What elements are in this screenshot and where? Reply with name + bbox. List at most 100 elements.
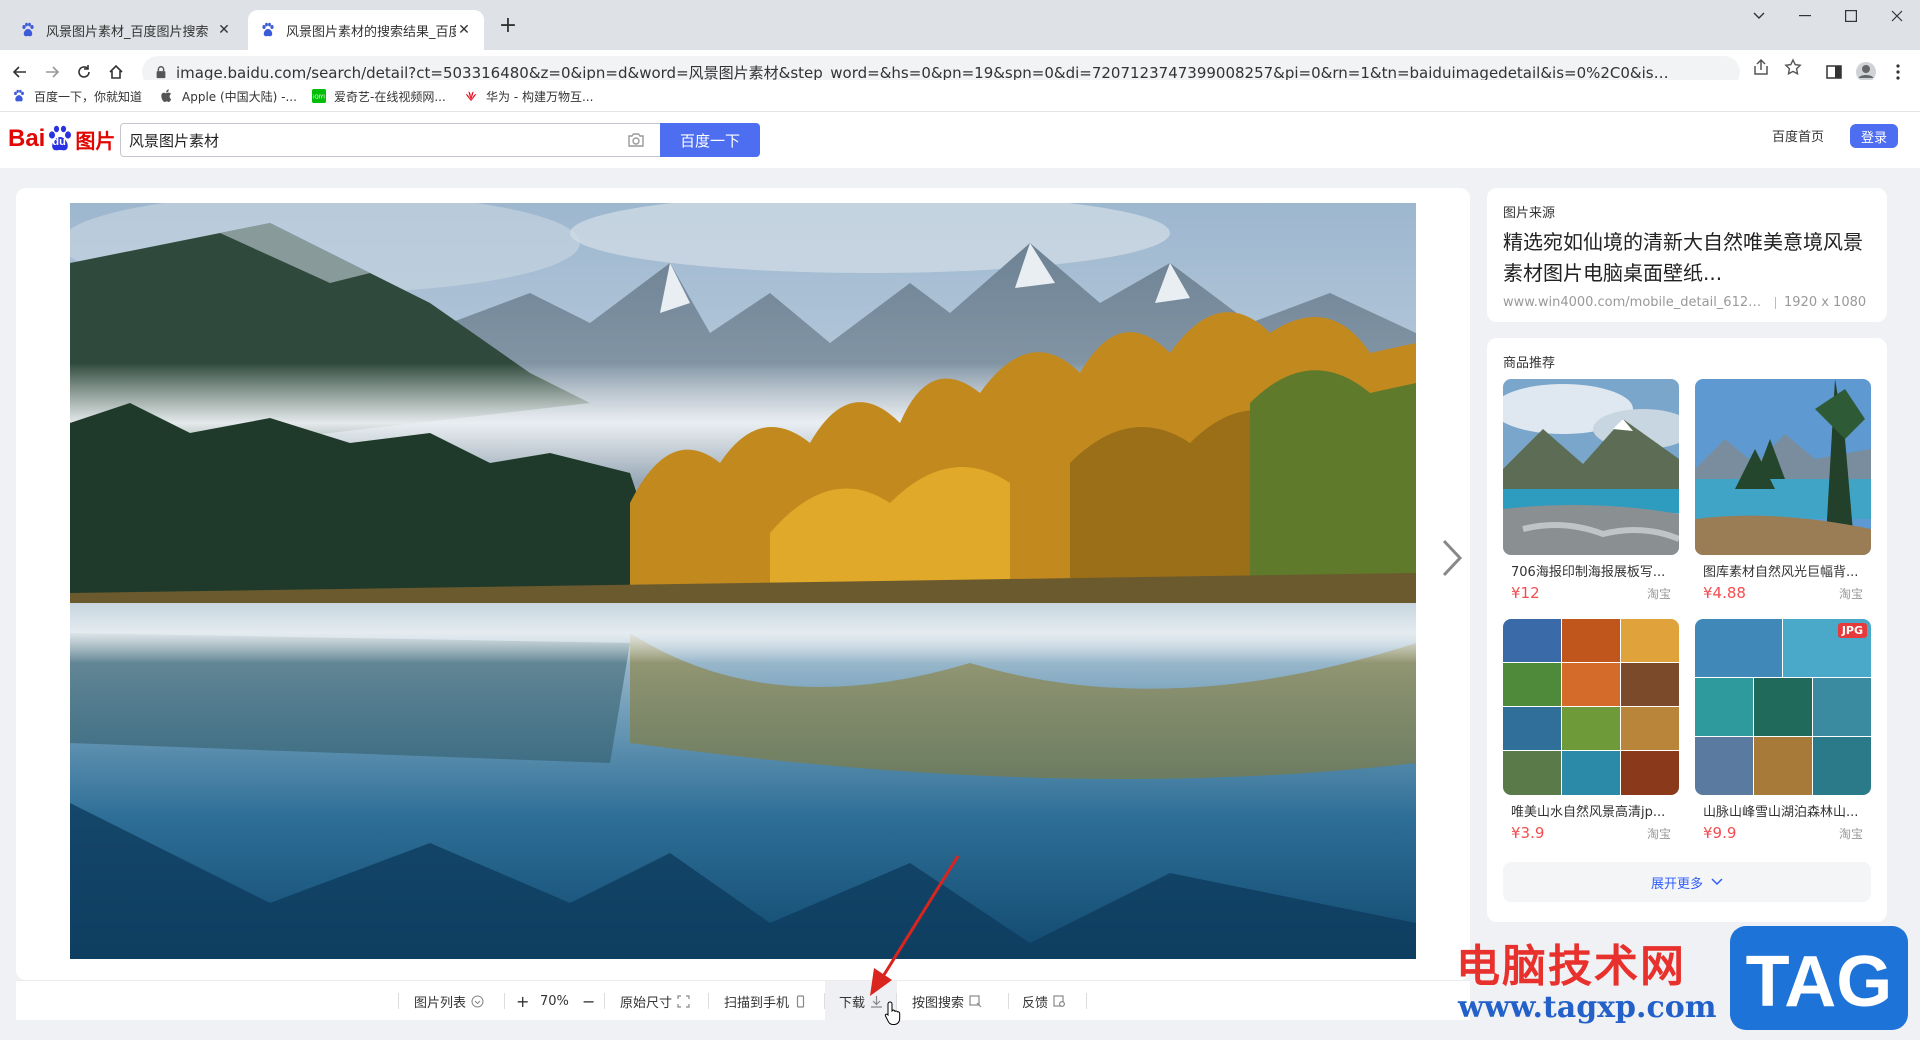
new-tab-button[interactable]: + <box>494 13 522 41</box>
hand-cursor-icon <box>884 1001 901 1025</box>
maximize-icon[interactable] <box>1828 0 1874 32</box>
bookmark-iqiyi[interactable]: iQIYI 爱奇艺-在线视频网... <box>312 86 446 106</box>
goods-name: 山脉山峰雪山湖泊森林山... <box>1703 805 1859 820</box>
tag-logo-text: TAG <box>1746 942 1893 1022</box>
image-list-button[interactable]: 图片列表 <box>414 981 484 1021</box>
image-list-label: 图片列表 <box>414 995 467 1011</box>
next-image-arrow-icon[interactable] <box>1436 533 1466 583</box>
original-size-button[interactable]: 原始尺寸 <box>620 981 690 1021</box>
tab-title: 风景图片素材_百度图片搜索 <box>46 24 209 40</box>
scan-to-phone-label: 扫描到手机 <box>724 995 790 1011</box>
browser-tab-bar: 风景图片素材_百度图片搜索 ✕ 风景图片素材的搜索结果_百度图片搜索 ✕ + <box>0 0 1920 50</box>
goods-name: 图库素材自然风光巨幅背... <box>1703 565 1859 580</box>
huawei-icon <box>465 91 477 102</box>
bookmark-label: 爱奇艺-在线视频网... <box>334 89 446 104</box>
goods-thumbnail[interactable] <box>1503 619 1679 795</box>
bookmark-huawei[interactable]: 华为 - 构建万物互... <box>464 86 593 106</box>
image-viewer <box>16 188 1470 980</box>
window-close-icon[interactable] <box>1874 0 1920 32</box>
login-button[interactable]: 登录 <box>1850 124 1898 148</box>
zoom-out-button[interactable]: − <box>582 981 595 1021</box>
zoom-in-button[interactable]: + <box>516 981 529 1021</box>
baidu-paw-icon <box>262 22 274 37</box>
goods-price: ¥12 <box>1511 584 1540 602</box>
tab-baidu-image-search[interactable]: 风景图片素材_百度图片搜索 ✕ <box>8 10 244 50</box>
divider <box>1775 296 1776 309</box>
logo-bai: Bai <box>8 125 46 152</box>
baidu-image-header: Bai du 图片 百度一下 百度首页 登录 <box>0 112 1920 168</box>
phone-icon <box>796 994 805 1008</box>
feedback-label: 反馈 <box>1022 995 1049 1011</box>
goods-price: ¥4.88 <box>1703 584 1746 602</box>
goods-shop: 淘宝 <box>1646 826 1671 841</box>
goods-shop: 淘宝 <box>1646 586 1671 601</box>
search-button[interactable]: 百度一下 <box>660 123 760 157</box>
lock-icon[interactable] <box>154 65 168 79</box>
baidu-image-logo[interactable]: Bai du 图片 <box>8 122 115 156</box>
goods-recommend-card: 商品推荐 706海报印制海报展板写... ¥12 淘宝 图库素材自然风光巨幅背.… <box>1487 338 1887 922</box>
baidu-paw-icon <box>14 89 24 102</box>
goods-item[interactable]: 706海报印制海报展板写... ¥12 淘宝 <box>1503 379 1679 602</box>
goods-item[interactable]: 图库素材自然风光巨幅背... ¥4.88 淘宝 <box>1695 379 1871 602</box>
logo-paw: du <box>45 124 75 154</box>
search-input[interactable] <box>129 131 626 149</box>
tab-search-chevron-icon[interactable] <box>1736 0 1782 32</box>
jpg-badge: JPG <box>1837 623 1867 638</box>
watermark-url: www.tagxp.com <box>1458 990 1717 1025</box>
search-field[interactable] <box>120 123 660 157</box>
apple-icon <box>161 89 172 102</box>
goods-shop: 淘宝 <box>1838 826 1863 841</box>
tab-title: 风景图片素材的搜索结果_百度图片搜索 <box>286 24 456 40</box>
bookmark-baidu[interactable]: 百度一下，你就知道 <box>12 86 142 106</box>
feedback-icon <box>1053 994 1066 1007</box>
expand-icon <box>677 994 690 1008</box>
image-source-card: 图片来源 精选宛如仙境的清新大自然唯美意境风景素材图片电脑桌面壁纸... www… <box>1487 188 1887 322</box>
source-url-link[interactable]: www.win4000.com/mobile_detail_61294... <box>1503 295 1767 310</box>
original-size-label: 原始尺寸 <box>620 995 673 1011</box>
bookmark-apple[interactable]: Apple (中国大陆) -... <box>160 86 297 106</box>
feedback-button[interactable]: 反馈 <box>1022 981 1066 1021</box>
camera-icon[interactable] <box>626 130 646 150</box>
baidu-home-link[interactable]: 百度首页 <box>1772 126 1824 145</box>
goods-shop: 淘宝 <box>1838 586 1863 601</box>
goods-thumbnail[interactable] <box>1503 379 1679 555</box>
goods-label: 商品推荐 <box>1503 356 1556 371</box>
bookmark-label: Apple (中国大陆) -... <box>182 89 297 104</box>
goods-name: 唯美山水自然风景高清jp... <box>1511 805 1666 820</box>
source-label: 图片来源 <box>1503 206 1556 221</box>
close-icon[interactable]: ✕ <box>456 22 472 38</box>
source-title-link[interactable]: 精选宛如仙境的清新大自然唯美意境风景素材图片电脑桌面壁纸... <box>1503 227 1871 289</box>
goods-price: ¥9.9 <box>1703 824 1737 842</box>
red-arrow-annotation <box>870 855 960 996</box>
iqiyi-icon: iQIYI <box>312 89 326 103</box>
goods-name: 706海报印制海报展板写... <box>1511 565 1666 580</box>
show-more-label: 展开更多 <box>1650 876 1703 892</box>
share-icon[interactable] <box>1752 58 1770 76</box>
bookmark-label: 百度一下，你就知道 <box>34 89 143 104</box>
landscape-photo[interactable] <box>70 203 1416 959</box>
tag-logo: TAG <box>1730 926 1908 1030</box>
svg-text:iQIYI: iQIYI <box>313 95 325 101</box>
goods-thumbnail[interactable] <box>1695 379 1871 555</box>
watermark-site-name: 电脑技术网 <box>1456 941 1686 992</box>
baidu-paw-icon <box>22 22 34 37</box>
minimize-icon[interactable] <box>1782 0 1828 32</box>
goods-item[interactable]: JPG 山脉山峰雪山湖泊森林山... ¥9.9 淘宝 <box>1695 619 1871 842</box>
chevron-down-icon <box>1711 878 1723 886</box>
bookmark-star-icon[interactable] <box>1784 58 1802 76</box>
goods-thumbnail[interactable]: JPG <box>1695 619 1871 795</box>
bookmarks-bar: 百度一下，你就知道 Apple (中国大陆) -... iQIYI 爱奇艺-在线… <box>0 80 1920 112</box>
scan-to-phone-button[interactable]: 扫描到手机 <box>724 981 807 1021</box>
goods-item[interactable]: 唯美山水自然风景高清jp... ¥3.9 淘宝 <box>1503 619 1679 842</box>
zoom-level: 70% <box>540 993 569 1009</box>
bookmark-label: 华为 - 构建万物互... <box>486 89 594 104</box>
viewer-toolbar: 图片列表 + 70% − 原始尺寸 扫描到手机 下载 按图搜索 反馈 <box>16 980 1470 1021</box>
image-list-icon <box>471 995 484 1007</box>
logo-du: du <box>52 136 66 148</box>
show-more-button[interactable]: 展开更多 <box>1503 862 1871 902</box>
close-icon[interactable]: ✕ <box>216 22 232 38</box>
tab-search-result[interactable]: 风景图片素材的搜索结果_百度图片搜索 ✕ <box>248 10 484 50</box>
logo-image-text: 图片 <box>75 128 116 153</box>
image-search-icon <box>969 994 982 1007</box>
image-dimensions: 1920 x 1080 <box>1784 295 1867 310</box>
